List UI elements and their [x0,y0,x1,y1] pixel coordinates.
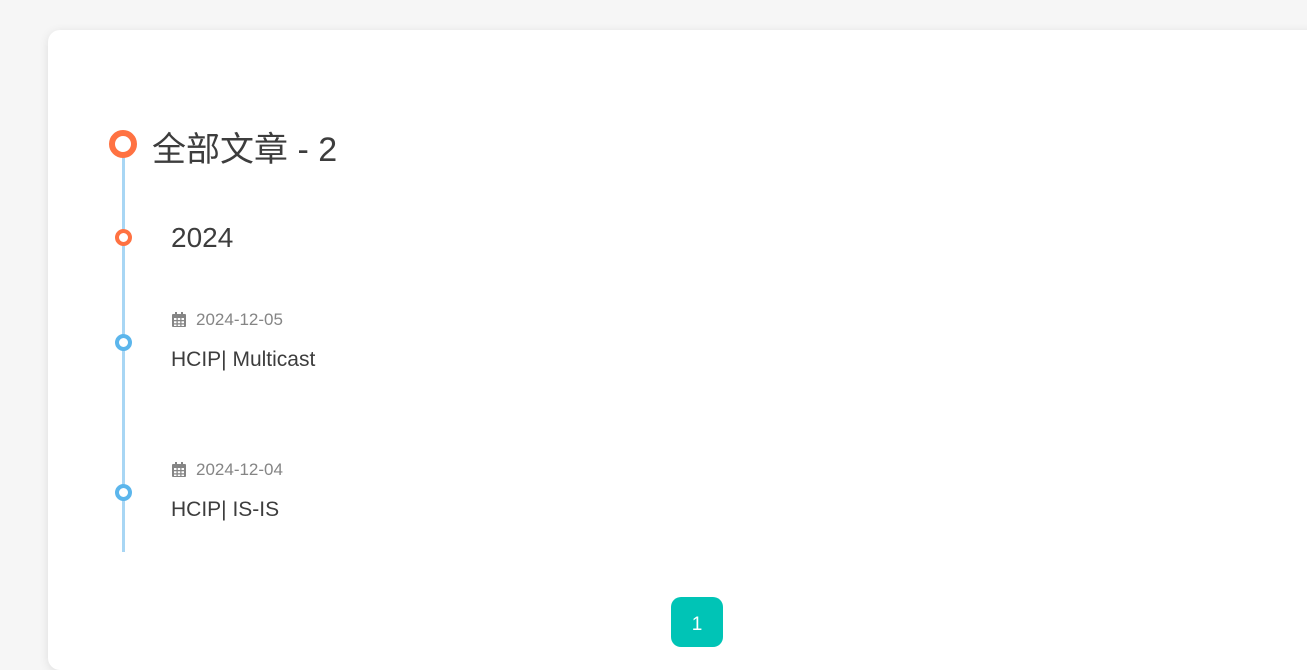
archive-year: 2024 [171,222,234,253]
timeline-year-dot [115,229,132,246]
calendar-icon [172,312,186,327]
timeline-post-dot [115,334,132,351]
timeline-title-dot [109,130,137,158]
pagination-page-button[interactable]: 1 [671,597,723,647]
post-date-text: 2024-12-04 [196,460,283,479]
post-title-link[interactable]: HCIP| IS-IS [171,498,283,522]
timeline-post-dot [115,484,132,501]
archive-card: 全部文章 - 2 2024 2024-12-05 HCIP| Multicast… [48,30,1307,670]
calendar-icon [172,462,186,477]
post-title-link[interactable]: HCIP| Multicast [171,348,315,372]
archive-post-item: 2024-12-04 HCIP| IS-IS [171,460,283,522]
archive-post-item: 2024-12-05 HCIP| Multicast [171,310,315,372]
post-date: 2024-12-04 [171,460,283,480]
post-date-text: 2024-12-05 [196,310,283,329]
post-date: 2024-12-05 [171,310,315,330]
page-title: 全部文章 - 2 [152,131,338,169]
